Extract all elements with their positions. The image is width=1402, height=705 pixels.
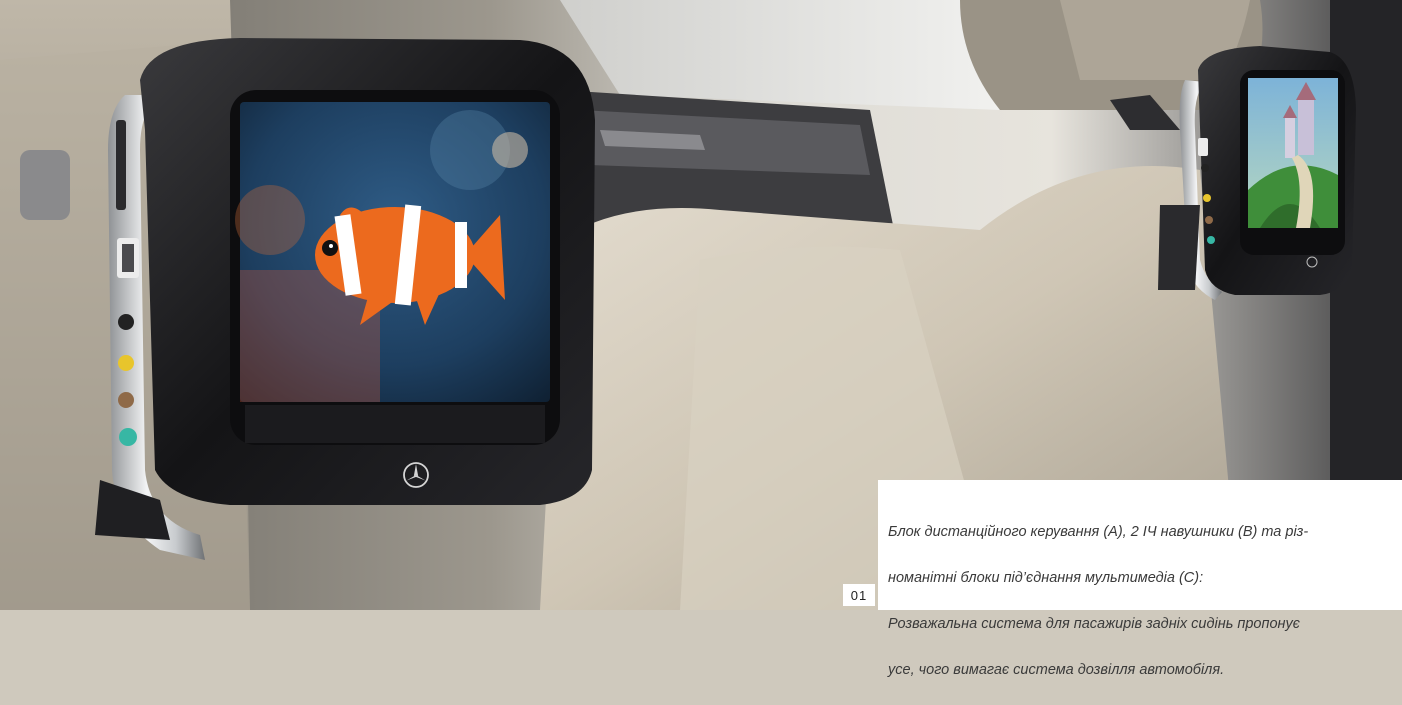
- caption-line: номанітні блоки під’єднання мультимедіа …: [888, 570, 1204, 586]
- caption-line: Блок дистанційного керування (A), 2 ІЧ н…: [888, 524, 1309, 540]
- caption-line: усе, чого вимагає система дозвілля автом…: [888, 662, 1225, 678]
- caption-text: Блок дистанційного керування (A), 2 ІЧ н…: [888, 498, 1388, 705]
- caption-line: Розважальна система для пасажирів задніх…: [888, 616, 1300, 632]
- page-number-badge: 01: [843, 584, 875, 606]
